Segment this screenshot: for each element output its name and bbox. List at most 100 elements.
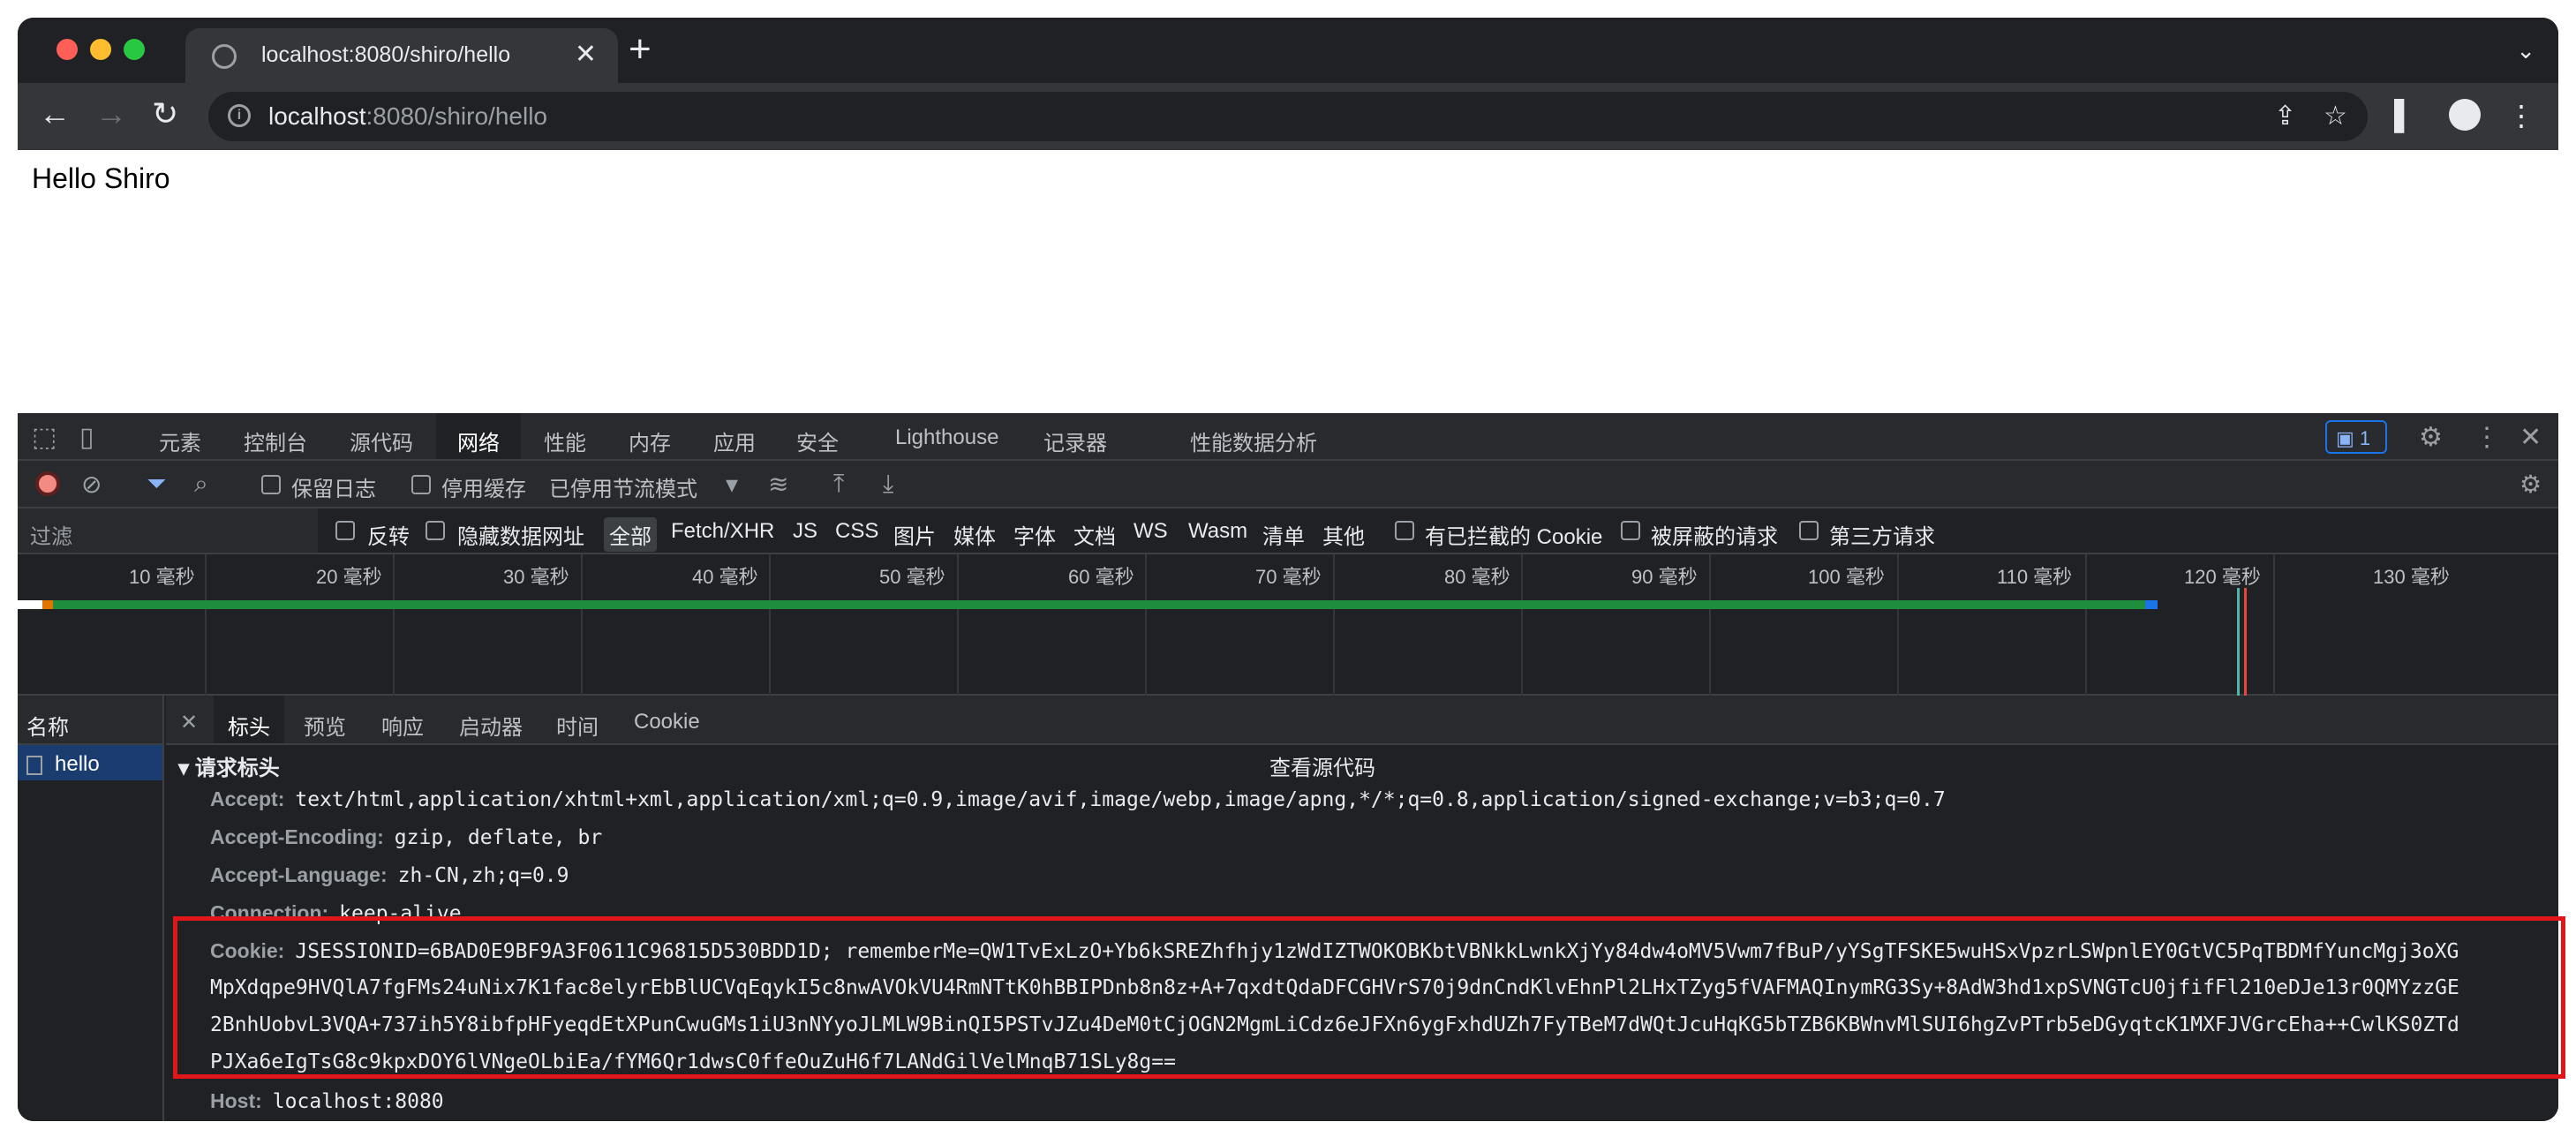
filter-type-font[interactable]: 字体 [1013, 519, 1056, 550]
filter-type-all[interactable]: 全部 [604, 517, 657, 552]
import-har-icon[interactable]: ⤒ [833, 470, 844, 499]
throttling-select[interactable]: 已停用节流模式 [549, 471, 697, 502]
filter-type-js[interactable]: JS [793, 519, 817, 544]
settings-gear-icon[interactable]: ⚙ [2419, 422, 2443, 453]
timeline-tick: 130 毫秒 [2373, 566, 2450, 588]
filter-icon[interactable]: ⏷ [147, 470, 166, 499]
tab-title: localhost:8080/shiro/hello [261, 42, 511, 67]
disable-cache-checkbox[interactable] [411, 475, 431, 494]
grid-line [1521, 554, 1523, 696]
browser-tab[interactable]: localhost:8080/shiro/hello ✕ [185, 28, 618, 83]
filter-type-ws[interactable]: WS [1134, 519, 1168, 544]
document-icon [26, 755, 42, 775]
network-toolbar: ⊘ ⏷ ⌕ 保留日志 停用缓存 已停用节流模式 ▾ ≋ ⤒ ⤓ ⚙ [18, 461, 2558, 508]
filter-type-other[interactable]: 其他 [1322, 519, 1365, 550]
record-button[interactable] [35, 471, 60, 496]
preserve-log-label: 保留日志 [291, 478, 376, 501]
tab-application[interactable]: 应用 [713, 425, 756, 456]
header-value: zh-CN,zh;q=0.9 [397, 864, 569, 887]
filter-type-fetch-xhr[interactable]: Fetch/XHR [671, 519, 774, 544]
profile-avatar[interactable] [2449, 99, 2481, 131]
tab-preview[interactable]: 预览 [304, 710, 346, 741]
name-column-header[interactable]: 名称 [18, 696, 162, 745]
grid-line [581, 554, 583, 696]
blocked-requests-checkbox[interactable] [1621, 521, 1640, 540]
request-headers-section[interactable]: ▾ 请求标头 [178, 750, 280, 781]
throttling-dropdown-icon[interactable]: ▾ [726, 470, 738, 499]
back-button[interactable]: ← [39, 95, 71, 132]
network-settings-icon[interactable]: ⚙ [2520, 470, 2542, 499]
tab-performance-insights[interactable]: 性能数据分析 [1190, 425, 1317, 456]
bookmark-star-icon[interactable]: ☆ [2324, 101, 2347, 132]
forward-button[interactable]: → [95, 95, 127, 132]
more-menu-icon[interactable]: ⋮ [2507, 99, 2535, 132]
hide-data-urls-checkbox[interactable] [426, 521, 445, 540]
clear-icon[interactable]: ⊘ [81, 470, 102, 499]
network-conditions-icon[interactable]: ≋ [768, 470, 788, 499]
url-text: localhost:8080/shiro/hello [268, 102, 547, 131]
close-tab-icon[interactable]: ✕ [575, 39, 597, 70]
tab-cookies[interactable]: Cookie [634, 710, 700, 734]
request-row[interactable]: hello [18, 745, 162, 780]
timeline-tick: 40 毫秒 [692, 566, 758, 588]
tab-console[interactable]: 控制台 [244, 425, 307, 456]
filter-type-css[interactable]: CSS [835, 519, 878, 544]
close-detail-icon[interactable]: ✕ [180, 710, 198, 735]
grid-line [1709, 554, 1711, 696]
reload-button[interactable]: ↻ [152, 95, 178, 132]
search-icon[interactable]: ⌕ [194, 470, 208, 499]
tab-lighthouse[interactable]: Lighthouse [895, 425, 998, 450]
grid-line [393, 554, 395, 696]
tab-headers[interactable]: 标头 [214, 696, 284, 743]
issues-badge[interactable]: ▣ 1 [2325, 420, 2387, 454]
tab-sources[interactable]: 源代码 [350, 425, 413, 456]
filter-type-wasm[interactable]: Wasm [1188, 519, 1247, 544]
side-panel-icon[interactable]: ▌ [2394, 99, 2414, 132]
timeline-bar-end [2145, 600, 2158, 609]
maximize-window-button[interactable] [124, 39, 145, 60]
inspect-element-icon[interactable]: ⬚ [32, 422, 56, 453]
close-window-button[interactable] [56, 39, 78, 60]
timeline-tick: 60 毫秒 [1068, 566, 1134, 588]
devtools-menu-icon[interactable]: ⋮ [2474, 422, 2500, 453]
tab-memory[interactable]: 内存 [629, 425, 671, 456]
preserve-log-checkbox[interactable] [261, 475, 281, 494]
site-info-icon[interactable]: i [228, 104, 251, 127]
view-source-link[interactable]: 查看源代码 [1269, 750, 1375, 781]
filter-type-media[interactable]: 媒体 [953, 519, 996, 550]
network-overview-timeline[interactable]: 10 毫秒 20 毫秒 30 毫秒 40 毫秒 50 毫秒 60 毫秒 70 毫… [18, 554, 2558, 696]
filter-type-manifest[interactable]: 清单 [1262, 519, 1305, 550]
third-party-checkbox[interactable] [1799, 521, 1819, 540]
blocked-cookies-checkbox[interactable] [1395, 521, 1414, 540]
grid-line [1145, 554, 1147, 696]
new-tab-button[interactable]: + [629, 30, 652, 69]
tab-security[interactable]: 安全 [796, 425, 839, 456]
tab-response[interactable]: 响应 [381, 710, 424, 741]
grid-line [1897, 554, 1899, 696]
issues-count: 1 [2359, 427, 2371, 449]
tab-timing[interactable]: 时间 [556, 710, 599, 741]
tab-elements[interactable]: 元素 [159, 425, 201, 456]
timeline-bar-connect [42, 600, 53, 609]
tab-performance[interactable]: 性能 [544, 425, 586, 456]
share-icon[interactable]: ⇪ [2274, 101, 2296, 132]
request-list: 名称 hello [18, 696, 164, 1121]
timeline-tick: 20 毫秒 [316, 566, 382, 588]
filter-type-doc[interactable]: 文档 [1073, 519, 1116, 550]
tab-initiator[interactable]: 启动器 [459, 710, 523, 741]
close-devtools-icon[interactable]: ✕ [2520, 422, 2542, 453]
tab-recorder[interactable]: 记录器 [1043, 425, 1107, 456]
invert-checkbox[interactable] [335, 521, 355, 540]
header-value: localhost:8080 [272, 1090, 444, 1113]
address-bar[interactable]: i localhost:8080/shiro/hello ⇪ ☆ [208, 92, 2368, 141]
device-toolbar-icon[interactable]: ▯ [79, 422, 94, 453]
timeline-tick: 120 毫秒 [2184, 566, 2261, 588]
filter-type-img[interactable]: 图片 [893, 519, 936, 550]
filter-input[interactable]: 过滤 [18, 508, 318, 553]
tab-search-chevron-icon[interactable]: ⌄ [2516, 37, 2535, 64]
blocked-requests-label: 被屏蔽的请求 [1651, 525, 1778, 549]
minimize-window-button[interactable] [90, 39, 111, 60]
export-har-icon[interactable]: ⤓ [883, 470, 893, 499]
header-key: Accept: [210, 787, 285, 810]
tab-network[interactable]: 网络 [436, 413, 521, 459]
